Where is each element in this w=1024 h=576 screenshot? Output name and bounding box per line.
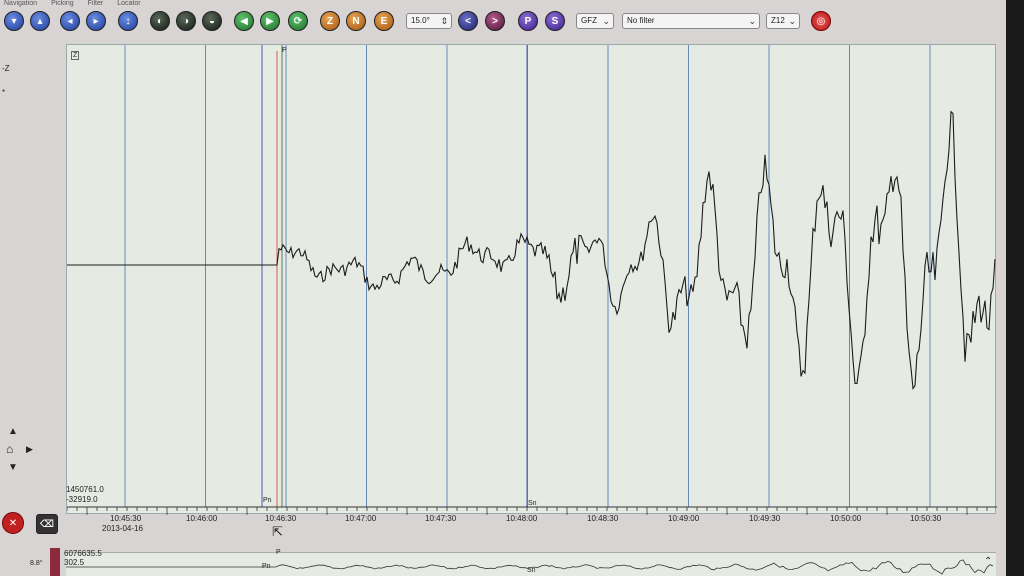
menu-bar: Navigation Picking Filter Locator [0,0,1010,8]
waveform-trace [67,110,996,390]
trace-color-marker [50,548,60,576]
component-n-button[interactable]: N [346,11,366,31]
close-trace-icon[interactable]: ✕ [2,512,24,534]
zoom-out-horizontal-icon[interactable]: ◂ [60,11,80,31]
time-tick-label: 10:46:00 [186,514,218,523]
menu-locator[interactable]: Locator [117,0,140,8]
pn-pick-label: Pn [263,497,272,504]
refresh-icon[interactable]: ⟳ [288,11,308,31]
chevron-down-icon: ⌄ [602,16,610,26]
time-tick-label: 10:48:00 [506,514,538,523]
scroll-right-icon[interactable]: ▶ [26,444,33,455]
amplitude-max: 1450761.0 [66,485,104,494]
scroll-up-icon[interactable]: ▲ [8,426,18,437]
previous-trace-icon[interactable]: ◀ [234,11,254,31]
p-pick-label: P [282,47,287,54]
start-date-label: 2013-04-16 [102,524,143,533]
network-value: GFZ [581,16,597,25]
overview-strip[interactable]: 8.8° 6076635.5 302.5 P Pn Sn ⌃ [0,544,1010,576]
channel-value: Z12 [771,16,785,25]
time-tick-label: 10:48:30 [587,514,619,523]
component-e-button[interactable]: E [374,11,394,31]
window-edge [1006,0,1024,576]
chevron-down-icon: ⌄ [788,16,796,26]
zoom-select[interactable]: 15.0° ⇕ [406,13,452,29]
scale-icon[interactable]: ◐ [150,11,170,31]
zoom-value: 15.0° [411,16,430,25]
extra-label: * [2,88,6,97]
delete-pick-icon[interactable]: ⌫ [36,514,58,534]
component-label: -Z [2,64,10,73]
menu-navigation[interactable]: Navigation [4,0,37,8]
amplitude-min: -32919.0 [66,495,98,504]
pick-s-button[interactable]: S [545,11,565,31]
component-z-button[interactable]: Z [320,11,340,31]
overview-waveform [66,559,994,575]
time-tick-label: 10:50:30 [910,514,942,523]
time-tick-label: 10:50:00 [830,514,862,523]
pick-p-button[interactable]: P [518,11,538,31]
spinner-icon: ⇕ [440,16,448,26]
seismogram-plot[interactable]: Z P Pn Sn 1450761.0 -32919.0 [66,44,997,515]
align-icon[interactable]: ◒ [202,11,222,31]
filter-select[interactable]: No filter ⌄ [622,13,760,29]
filter-value: No filter [627,16,655,25]
zoom-in-horizontal-icon[interactable]: ▸ [86,11,106,31]
start-time-label: 10:45:30 [110,514,142,523]
next-trace-icon[interactable]: ▶ [260,11,280,31]
chevron-down-icon: ⌄ [748,16,756,26]
strip-scale-label: 8.8° [30,560,43,567]
time-tick-label: 10:49:00 [668,514,700,523]
previous-pick-icon[interactable]: < [458,11,478,31]
zoom-out-vertical-icon[interactable]: ▾ [4,11,24,31]
locate-target-icon[interactable]: ◎ [811,11,831,31]
time-tick-label: 10:46:30 [265,514,297,523]
overview-svg [66,559,994,575]
amplitude-icon[interactable]: ◑ [176,11,196,31]
network-select[interactable]: GFZ ⌄ [576,13,614,29]
z-component-marker: Z [71,51,80,60]
scroll-down-icon[interactable]: ▼ [8,462,18,473]
sn-pick-label: Sn [528,500,537,507]
home-icon[interactable]: ⌂ [6,442,13,456]
overview-trace-area[interactable]: 6076635.5 302.5 P Pn Sn [64,549,996,576]
time-tick-label: 10:47:30 [425,514,457,523]
reset-zoom-icon[interactable]: ↕ [118,11,138,31]
time-tick-label: 10:49:30 [749,514,781,523]
time-tick-label: 10:47:00 [345,514,377,523]
seismogram-svg [67,45,997,515]
next-pick-icon[interactable]: > [485,11,505,31]
channel-select[interactable]: Z12 ⌄ [766,13,800,29]
mouse-cursor-icon: ⇱ [272,524,283,539]
menu-picking[interactable]: Picking [51,0,74,8]
chevron-up-icon[interactable]: ⌃ [984,556,992,567]
zoom-in-vertical-icon[interactable]: ▴ [30,11,50,31]
menu-filter[interactable]: Filter [88,0,104,8]
toolbar: ▾ ▴ ◂ ▸ ↕ ◐ ◑ ◒ ◀ ▶ ⟳ Z N E 15.0° ⇕ < > … [0,8,1010,36]
trace-info-panel: -Z * ▲ ⌂ ▶ ▼ ✕ ⌫ [0,44,62,544]
